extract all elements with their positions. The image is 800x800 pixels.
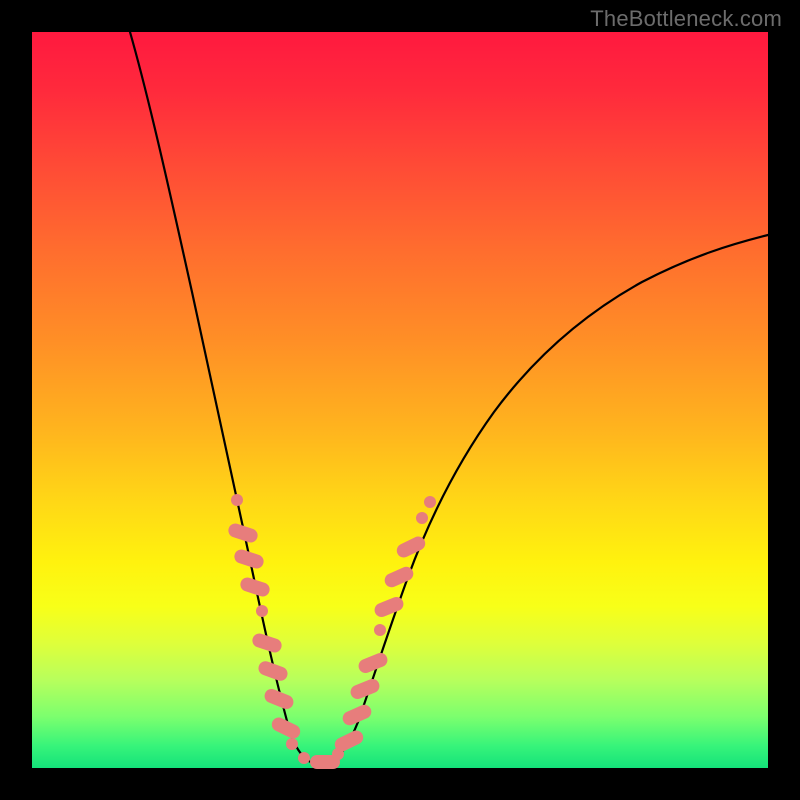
marker-dot — [416, 512, 428, 524]
plot-area — [32, 32, 768, 768]
marker-dot — [286, 738, 298, 750]
marker-pill — [372, 595, 405, 619]
marker-dot — [298, 752, 310, 764]
chart-frame: TheBottleneck.com — [0, 0, 800, 800]
marker-pill — [348, 677, 381, 701]
watermark-text: TheBottleneck.com — [590, 6, 782, 32]
marker-dot — [424, 496, 436, 508]
left-branch-markers — [227, 494, 310, 764]
curve-layer — [32, 32, 768, 768]
marker-dot — [256, 605, 268, 617]
bottleneck-curve — [130, 32, 768, 765]
marker-dot — [231, 494, 243, 506]
marker-pill — [356, 651, 389, 675]
marker-pill — [382, 565, 415, 590]
right-branch-markers — [332, 496, 436, 760]
marker-dot — [374, 624, 386, 636]
